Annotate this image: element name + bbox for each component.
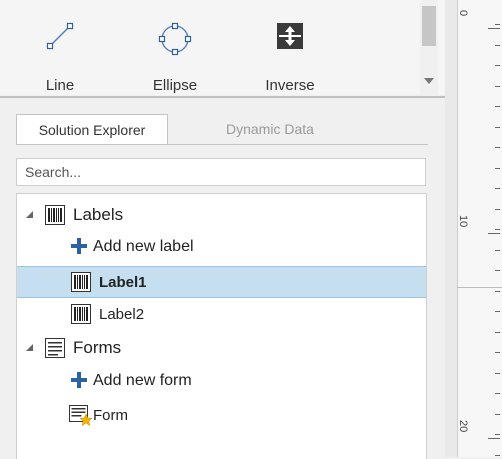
add-new-label-button[interactable]: Add new label [17, 232, 426, 264]
ruler-tick [495, 45, 500, 46]
tree-item-label1[interactable]: Label1 [17, 266, 426, 298]
tree-item-text: Label2 [99, 306, 145, 323]
tree-group-forms[interactable]: Forms [17, 332, 426, 364]
ruler-tick [495, 373, 500, 374]
collapse-arrow-icon[interactable] [26, 211, 33, 218]
ellipse-tool-label: Ellipse [152, 77, 198, 94]
chevron-down-icon[interactable] [424, 78, 434, 84]
ruler-major-tick [488, 233, 500, 234]
ruler-tick [495, 291, 500, 292]
form-icon [45, 338, 65, 363]
vertical-ruler: 0 10 20 [445, 0, 502, 457]
ruler-tick [495, 352, 500, 353]
ruler-tick [495, 209, 500, 210]
tree-item-text: Label1 [99, 274, 147, 291]
barcode-icon [71, 272, 91, 297]
tab-solution-explorer[interactable]: Solution Explorer [16, 114, 168, 145]
ruler-tick [495, 332, 500, 333]
tab-divider [16, 144, 428, 145]
ruler-tick [495, 434, 500, 435]
solution-tree: Labels Add new label Label1 Label2 Forms… [16, 193, 427, 459]
add-new-form-text: Add new form [93, 372, 192, 389]
ruler-tick [495, 250, 500, 251]
barcode-icon [45, 205, 65, 230]
ruler-tick [495, 24, 500, 25]
ruler-divider [457, 287, 502, 288]
ruler-tick [495, 455, 500, 456]
ruler-tick [495, 127, 500, 128]
ruler-major-tick [488, 438, 500, 439]
plus-icon [71, 372, 87, 388]
ruler-tick [495, 229, 500, 230]
explorer-panel: Solution Explorer Dynamic Data Labels Ad… [0, 96, 445, 459]
ruler-number: 10 [457, 215, 469, 228]
ruler-tick [495, 270, 500, 271]
tree-item-form[interactable]: Form [17, 399, 426, 431]
ruler-tick [495, 393, 500, 394]
inverse-tool-icon [276, 22, 304, 55]
inverse-tool-label: Inverse [265, 77, 315, 94]
ruler-tick [495, 414, 500, 415]
line-tool-button[interactable]: Line [30, 0, 90, 95]
ruler-tick [495, 311, 500, 312]
ruler-tick [495, 168, 500, 169]
shapes-ribbon: Line Ellipse Inverse [0, 0, 445, 95]
tree-group-labels[interactable]: Labels [17, 199, 426, 231]
ribbon-scrollbar[interactable] [420, 0, 438, 95]
ruler-major-tick [488, 28, 500, 29]
tree-item-label2[interactable]: Label2 [17, 298, 426, 330]
ruler-tick [495, 106, 500, 107]
scrollbar-thumb[interactable] [422, 6, 436, 46]
ruler-tick [495, 86, 500, 87]
ruler-tick [495, 147, 500, 148]
ellipse-tool-icon [158, 22, 192, 61]
barcode-icon [71, 304, 91, 329]
search-input[interactable] [16, 158, 426, 186]
tab-dynamic-data[interactable]: Dynamic Data [214, 114, 326, 144]
ellipse-tool-button[interactable]: Ellipse [140, 0, 210, 95]
tree-item-text: Form [93, 407, 128, 424]
ruler-tick [495, 65, 500, 66]
tree-group-label: Labels [73, 205, 124, 224]
ruler-number: 0 [457, 10, 469, 17]
inverse-tool-button[interactable]: Inverse [252, 0, 328, 95]
collapse-arrow-icon[interactable] [26, 344, 33, 351]
form-star-icon [69, 405, 93, 432]
tree-group-label: Forms [73, 338, 122, 357]
ruler-tick [495, 188, 500, 189]
line-tool-label: Line [45, 77, 75, 94]
plus-icon [71, 238, 87, 254]
line-tool-icon [46, 22, 74, 55]
add-new-form-button[interactable]: Add new form [17, 366, 426, 398]
ruler-number: 20 [457, 420, 469, 433]
add-new-label-text: Add new label [93, 238, 194, 255]
